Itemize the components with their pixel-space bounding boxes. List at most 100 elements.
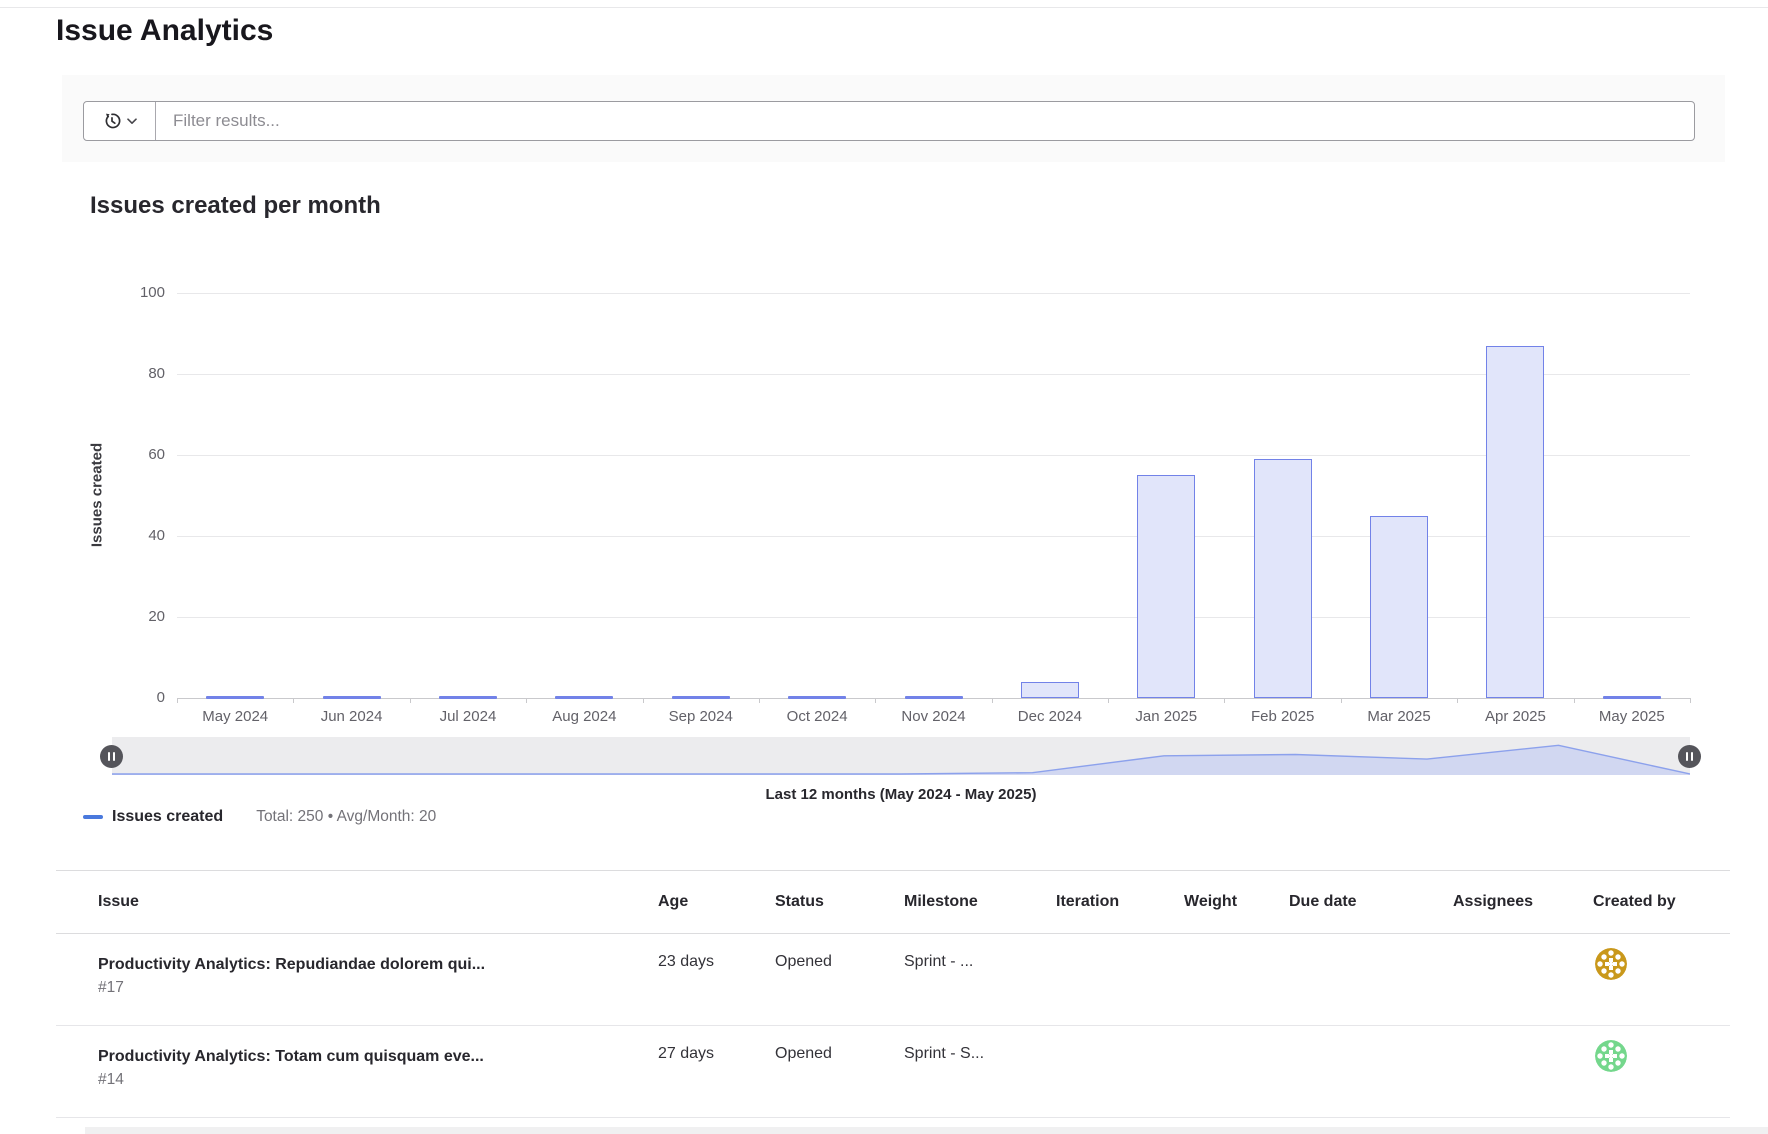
zoom-handle-right-icon[interactable] (1678, 745, 1701, 768)
x-axis-tick (1341, 698, 1342, 703)
filter-bar (62, 75, 1725, 162)
cell-age: 23 days (658, 934, 775, 971)
cell-due-date (1289, 1026, 1453, 1045)
cell-milestone: Sprint - ... (904, 934, 1056, 971)
column-header-weight: Weight (1184, 893, 1289, 911)
cell-age: 27 days (658, 1026, 775, 1063)
bar-apr-2025[interactable] (1486, 346, 1544, 698)
column-header-created-by: Created by (1593, 893, 1730, 911)
bar-may-2025[interactable] (1603, 696, 1661, 699)
gridline-y-60 (177, 455, 1690, 456)
bar-mar-2025[interactable] (1370, 516, 1428, 698)
cell-status: Opened (775, 934, 904, 971)
x-tick-label-aug-2024: Aug 2024 (552, 708, 616, 725)
cell-status: Opened (775, 1026, 904, 1063)
x-axis-tick (875, 698, 876, 703)
bottom-strip (85, 1127, 1768, 1134)
page-title: Issue Analytics (56, 14, 273, 48)
x-axis-tick (1574, 698, 1575, 703)
issue-id: #17 (98, 979, 648, 997)
cell-iteration (1056, 934, 1184, 953)
cell-iteration (1056, 1026, 1184, 1045)
issue-id: #14 (98, 1071, 648, 1089)
x-axis-tick (1690, 698, 1691, 703)
column-header-status: Status (775, 893, 904, 911)
history-icon (102, 111, 122, 131)
column-header-milestone: Milestone (904, 893, 1056, 911)
x-axis-tick (759, 698, 760, 703)
column-header-assignees: Assignees (1453, 893, 1593, 911)
x-axis-tick (1108, 698, 1109, 703)
cell-assignees (1453, 1026, 1593, 1045)
x-tick-label-jan-2025: Jan 2025 (1135, 708, 1197, 725)
x-axis-tick (1224, 698, 1225, 703)
chart-caption: Last 12 months (May 2024 - May 2025) (112, 786, 1690, 803)
chevron-down-icon (127, 118, 137, 125)
x-tick-label-jul-2024: Jul 2024 (440, 708, 497, 725)
x-tick-label-sep-2024: Sep 2024 (669, 708, 733, 725)
bar-jun-2024[interactable] (323, 696, 381, 699)
issue-analytics-page: Issue Analytics Issues crea (0, 0, 1768, 1134)
x-axis-tick (992, 698, 993, 703)
bar-aug-2024[interactable] (555, 696, 613, 699)
x-tick-label-mar-2025: Mar 2025 (1367, 708, 1430, 725)
x-tick-label-may-2024: May 2024 (202, 708, 268, 725)
y-tick-label-0: 0 (105, 689, 165, 706)
created-by-avatar[interactable] (1595, 1040, 1627, 1072)
bar-dec-2024[interactable] (1021, 682, 1079, 698)
filter-control (83, 101, 1695, 141)
bar-nov-2024[interactable] (905, 696, 963, 699)
chart-legend: Issues created Total: 250 • Avg/Month: 2… (83, 808, 436, 826)
bar-jul-2024[interactable] (439, 696, 497, 699)
issue-link[interactable]: Productivity Analytics: Totam cum quisqu… (98, 1045, 648, 1068)
x-tick-label-may-2025: May 2025 (1599, 708, 1665, 725)
legend-summary: Total: 250 • Avg/Month: 20 (256, 808, 436, 826)
bar-sep-2024[interactable] (672, 696, 730, 699)
column-header-iteration: Iteration (1056, 893, 1184, 911)
cell-due-date (1289, 934, 1453, 953)
column-header-age: Age (658, 893, 775, 911)
top-divider (0, 7, 1768, 8)
issues-table: IssueAgeStatusMilestoneIterationWeightDu… (56, 870, 1730, 1118)
created-by-avatar[interactable] (1595, 948, 1627, 980)
x-axis-tick (177, 698, 178, 703)
y-tick-label-40: 40 (105, 527, 165, 544)
x-axis-tick (293, 698, 294, 703)
chart-zoom-slider[interactable] (112, 737, 1690, 775)
gridline-y-20 (177, 617, 1690, 618)
x-axis-tick (1457, 698, 1458, 703)
x-tick-label-jun-2024: Jun 2024 (321, 708, 383, 725)
bar-feb-2025[interactable] (1254, 459, 1312, 698)
x-tick-label-apr-2025: Apr 2025 (1485, 708, 1546, 725)
x-tick-label-dec-2024: Dec 2024 (1018, 708, 1082, 725)
legend-dash-icon (83, 815, 103, 819)
issues-per-month-chart: 020406080100May 2024Jun 2024Jul 2024Aug … (177, 293, 1690, 698)
zoom-handle-left-icon[interactable] (100, 745, 123, 768)
cell-assignees (1453, 934, 1593, 953)
issue-row-17: Productivity Analytics: Repudiandae dolo… (56, 934, 1730, 1026)
legend-label: Issues created (112, 808, 223, 826)
gridline-y-80 (177, 374, 1690, 375)
x-axis-tick (410, 698, 411, 703)
x-axis-tick (643, 698, 644, 703)
chart-title: Issues created per month (90, 192, 381, 220)
cell-milestone: Sprint - S... (904, 1026, 1056, 1063)
table-header-row: IssueAgeStatusMilestoneIterationWeightDu… (56, 870, 1730, 934)
bar-oct-2024[interactable] (788, 696, 846, 699)
gridline-y-40 (177, 536, 1690, 537)
y-tick-label-100: 100 (105, 284, 165, 301)
y-axis-title: Issues created (89, 443, 106, 547)
y-tick-label-20: 20 (105, 608, 165, 625)
column-header-issue: Issue (56, 893, 658, 911)
bar-jan-2025[interactable] (1137, 475, 1195, 698)
cell-weight (1184, 934, 1289, 953)
y-tick-label-60: 60 (105, 446, 165, 463)
issue-link[interactable]: Productivity Analytics: Repudiandae dolo… (98, 953, 648, 976)
x-tick-label-feb-2025: Feb 2025 (1251, 708, 1314, 725)
cell-weight (1184, 1026, 1289, 1045)
filter-history-button[interactable] (84, 102, 156, 140)
x-axis-tick (526, 698, 527, 703)
zoom-slider-minimap (112, 737, 1690, 775)
filter-results-input[interactable] (156, 102, 1694, 140)
bar-may-2024[interactable] (206, 696, 264, 699)
